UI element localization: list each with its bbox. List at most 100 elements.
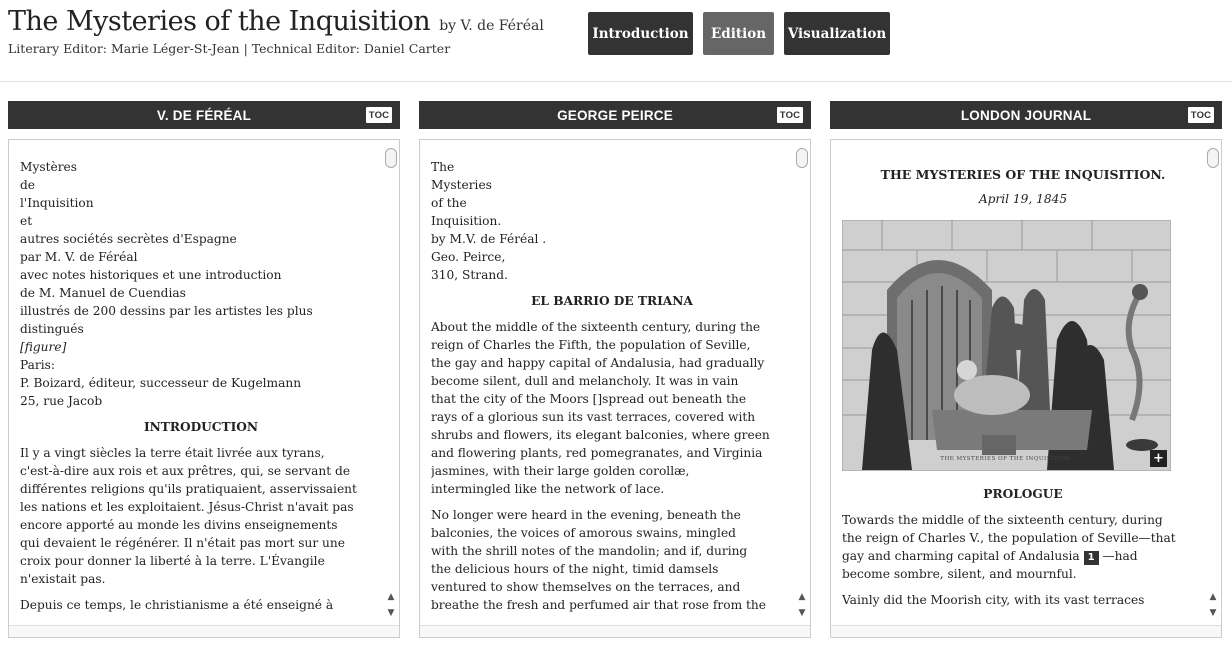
text-line: rays of a glorious sun its vast terraces… (431, 410, 756, 424)
book-title: The Mysteries of the Inquisition (8, 6, 431, 37)
witness-panel-peirce: GEORGE PEIRCE TOC The Mysteries of the I… (419, 101, 811, 638)
front-line: Inquisition. (431, 214, 502, 228)
panel-text-area[interactable]: The Mysteries of the Inquisition. by M.V… (419, 139, 811, 638)
text-line: jasmines, with their large golden coroll… (431, 464, 690, 478)
front-line: P. Boizard, éditeur, successeur de Kugel… (20, 376, 302, 390)
vertical-scrollbar[interactable]: ▲ ▼ (795, 144, 809, 624)
main-nav: Introduction Edition Visualization (588, 12, 890, 55)
horizontal-scrollbar[interactable] (9, 625, 399, 637)
text-line: Towards the middle of the sixteenth cent… (842, 513, 1163, 527)
panel-text-area[interactable]: THE MYSTERIES OF THE INQUISITION. April … (830, 139, 1222, 638)
panel-text: The Mysteries of the Inquisition. by M.V… (431, 158, 793, 622)
text-line: No longer were heard in the evening, ben… (431, 508, 741, 522)
text-line: intermingled like the network of lace. (431, 482, 665, 496)
front-line: 310, Strand. (431, 268, 508, 282)
front-line: of the (431, 196, 467, 210)
text-line: the gay and happy capital of Andalusia, … (431, 356, 765, 370)
witness-panel-fereal: V. DE FÉRÉAL TOC Mystères de l'Inquisiti… (8, 101, 400, 638)
issue-date: April 19, 1845 (978, 192, 1068, 206)
scroll-up-icon[interactable]: ▲ (795, 590, 809, 604)
section-heading: EL BARRIO DE TRIANA (531, 294, 693, 308)
site-title: The Mysteries of the Inquisition by V. d… (8, 6, 544, 37)
text-line: Vainly did the Moorish city, with its va… (842, 593, 1145, 607)
text-line: croix pour donner la liberté à la terre.… (20, 554, 325, 568)
horizontal-scrollbar[interactable] (831, 625, 1221, 637)
scroll-up-icon[interactable]: ▲ (384, 590, 398, 604)
panel-header: GEORGE PEIRCE TOC (419, 101, 811, 129)
panel-header: LONDON JOURNAL TOC (830, 101, 1222, 129)
text-line: gay and charming capital of Andalusia 1 … (842, 547, 1204, 565)
nav-introduction-button[interactable]: Introduction (588, 12, 693, 55)
engraving-caption: THE MYSTERIES OF THE INQUISITION. (940, 456, 1073, 462)
scroll-down-icon[interactable]: ▼ (1206, 606, 1220, 620)
front-line: et (20, 214, 33, 228)
nav-edition-button[interactable]: Edition (703, 12, 774, 55)
vertical-scrollbar[interactable]: ▲ ▼ (1206, 144, 1220, 624)
nav-visualization-button[interactable]: Visualization (784, 12, 890, 55)
text-line: Il y a vingt siècles la terre était livr… (20, 446, 325, 460)
book-author: by V. de Féréal (439, 18, 544, 34)
text-line: that the city of the Moors []spread out … (431, 392, 747, 406)
front-matter: The Mysteries of the Inquisition. by M.V… (431, 158, 793, 284)
paragraph: Il y a vingt siècles la terre était livr… (20, 444, 382, 588)
expand-image-button[interactable]: + (1150, 450, 1167, 467)
front-line: illustrés de 200 dessins par les artiste… (20, 304, 313, 318)
front-matter: Mystères de l'Inquisition et autres soci… (20, 158, 382, 410)
front-line: Mystères (20, 160, 78, 174)
front-line: distingués (20, 322, 84, 336)
scrollbar-thumb[interactable] (385, 148, 397, 168)
toc-button[interactable]: TOC (366, 107, 392, 123)
front-line: de M. Manuel de Cuendias (20, 286, 186, 300)
witness-panel-london-journal: LONDON JOURNAL TOC THE MYSTERIES OF THE … (830, 101, 1222, 638)
text-line: become sombre, silent, and mournful. (842, 567, 1077, 581)
front-line: avec notes historiques et une introducti… (20, 268, 282, 282)
text-line: About the middle of the sixteenth centur… (431, 320, 761, 334)
text-line: qui devaient le régénérer. Il n'était pa… (20, 536, 345, 550)
panel-title: LONDON JOURNAL (960, 107, 1092, 123)
site-header: The Mysteries of the Inquisition by V. d… (0, 0, 1232, 82)
document-title: THE MYSTERIES OF THE INQUISITION. (880, 167, 1166, 182)
text-line: balconies, the voices of amorous swains,… (431, 526, 736, 540)
text-line: the reign of Charles V., the population … (842, 531, 1176, 545)
text-line: différentes religions qu'ils pratiquaien… (20, 482, 357, 496)
panel-title: V. DE FÉRÉAL (156, 107, 252, 123)
horizontal-scrollbar[interactable] (420, 625, 810, 637)
front-line: Geo. Peirce, (431, 250, 506, 264)
scroll-up-icon[interactable]: ▲ (1206, 590, 1220, 604)
front-line: Paris: (20, 358, 56, 372)
front-line: The (431, 160, 455, 174)
text-fragment: gay and charming capital of Andalusia (842, 549, 1080, 563)
vertical-scrollbar[interactable]: ▲ ▼ (384, 144, 398, 624)
front-line: l'Inquisition (20, 196, 94, 210)
text-line: become silent, dull and melancholy. It w… (431, 374, 739, 388)
toc-button[interactable]: TOC (1188, 107, 1214, 123)
panel-text-area[interactable]: Mystères de l'Inquisition et autres soci… (8, 139, 400, 638)
scroll-down-icon[interactable]: ▼ (384, 606, 398, 620)
front-line: by M.V. de Féréal . (431, 232, 547, 246)
text-line: the delicious hours of the night, timid … (431, 562, 719, 576)
text-line: reign of Charles the Fifth, the populati… (431, 338, 751, 352)
engraving-illustration: THE MYSTERIES OF THE INQUISITION. + (842, 220, 1171, 471)
toc-button[interactable]: TOC (777, 107, 803, 123)
text-line: n'existait pas. (20, 572, 106, 586)
front-line: par M. V. de Féréal (20, 250, 138, 264)
text-line: encore apporté au monde les divins ensei… (20, 518, 338, 532)
panel-text: THE MYSTERIES OF THE INQUISITION. April … (842, 158, 1204, 622)
paragraph: About the middle of the sixteenth centur… (431, 318, 793, 498)
scroll-down-icon[interactable]: ▼ (795, 606, 809, 620)
section-heading: PROLOGUE (983, 487, 1063, 501)
footnote-marker[interactable]: 1 (1083, 551, 1099, 565)
section-heading: INTRODUCTION (143, 420, 259, 434)
figure-placeholder: [figure] (20, 340, 67, 354)
panel-title: GEORGE PEIRCE (557, 107, 673, 123)
paragraph: Towards the middle of the sixteenth cent… (842, 511, 1204, 583)
front-line: Mysteries (431, 178, 492, 192)
text-line: and flowering plants, red pomegranates, … (431, 446, 763, 460)
text-line: shrubs and flowers, its elegant balconie… (431, 428, 770, 442)
paragraph: Vainly did the Moorish city, with its va… (842, 591, 1204, 609)
scrollbar-thumb[interactable] (796, 148, 808, 168)
scrollbar-thumb[interactable] (1207, 148, 1219, 168)
text-line: Depuis ce temps, le christianisme a été … (20, 598, 334, 612)
front-line: de (20, 178, 36, 192)
text-fragment: —had (1102, 549, 1138, 563)
